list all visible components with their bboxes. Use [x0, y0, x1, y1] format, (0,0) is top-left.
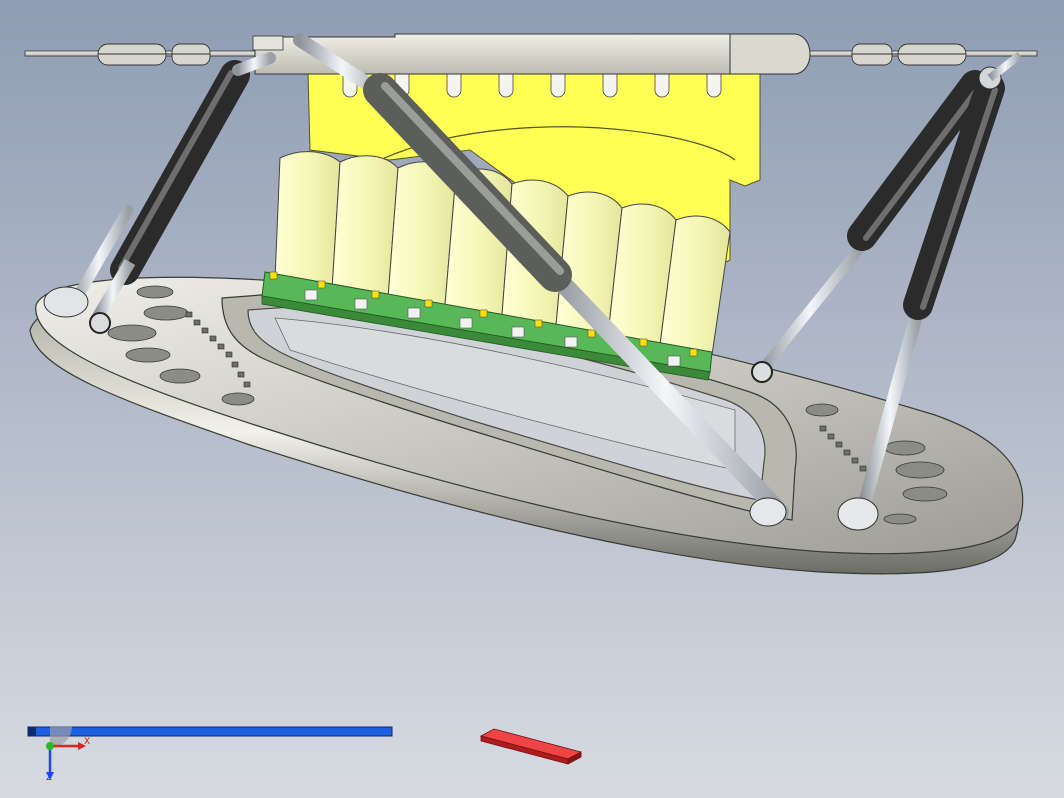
upper-plate-bracket [252, 35, 284, 51]
segment-1 [274, 151, 341, 291]
ball-joint [751, 361, 773, 383]
end-fitting [43, 286, 89, 318]
pulley-discs-right [851, 43, 967, 66]
progress-bar [27, 726, 393, 737]
triad-x-label: X [84, 737, 91, 747]
ball-joint [89, 312, 111, 334]
triad-y-axis [46, 742, 54, 750]
upper-plate-end-cap [729, 33, 811, 75]
end-fitting [749, 497, 787, 527]
triad-z-label: Z [46, 773, 53, 783]
end-fitting [837, 497, 879, 531]
segment-2 [331, 155, 399, 299]
pulley-discs-left [97, 43, 211, 66]
cad-viewport[interactable] [0, 0, 1064, 798]
